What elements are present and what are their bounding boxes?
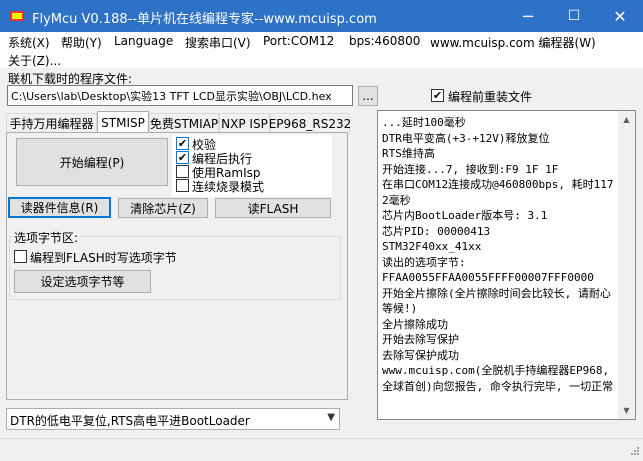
run-after-program-checkbox[interactable]: ✔ — [176, 151, 189, 164]
log-text: ...延时100毫秒 DTR电平变高(+3-+12V)释放复位 RTS维持高 开… — [382, 116, 614, 393]
menu-search-port[interactable]: 搜索串口(V) — [185, 34, 251, 51]
reload-before-program-label: 编程前重装文件 — [448, 90, 533, 104]
window-title: FlyMcu V0.188--单片机在线编程专家--www.mcuisp.com — [32, 12, 377, 27]
continuous-burn-label: 连续烧录模式 — [192, 180, 265, 194]
resize-grip-icon[interactable] — [626, 444, 640, 458]
tab-nxp-isp[interactable]: NXP ISP — [219, 113, 270, 133]
app-icon — [10, 11, 24, 21]
option-byte-title: 选项字节区: — [13, 229, 80, 246]
tab-ep968-rs232[interactable]: EP968_RS232 — [269, 113, 351, 133]
scroll-up-icon[interactable]: ▲ — [618, 111, 635, 128]
tab-stmisp[interactable]: STMISP — [97, 111, 149, 133]
browse-button[interactable]: ... — [358, 86, 378, 106]
start-programming-button[interactable]: 开始编程(P) — [16, 138, 168, 186]
tab-handheld-programmer[interactable]: 手持万用编程器 — [6, 113, 97, 133]
chevron-down-icon: ▼ — [327, 412, 335, 423]
set-option-bytes-button[interactable]: 设定选项字节等 — [14, 270, 151, 293]
boot-mode-value: DTR的低电平复位,RTS高电平进BootLoader — [10, 414, 250, 428]
check-icon: ✔ — [177, 137, 188, 150]
use-ramisp-checkbox[interactable] — [176, 165, 189, 178]
boot-mode-select[interactable]: DTR的低电平复位,RTS高电平进BootLoader ▼ — [6, 408, 340, 430]
read-flash-button[interactable]: 读FLASH — [215, 198, 331, 218]
maximize-button[interactable]: ☐ — [551, 0, 597, 32]
close-button[interactable]: ✕ — [597, 0, 643, 32]
read-device-info-button[interactable]: 读器件信息(R) — [8, 197, 111, 218]
tab-stmiap[interactable]: 免费STMIAP — [149, 113, 219, 133]
program-file-path-field[interactable]: C:\Users\lab\Desktop\实验13 TFT LCD显示实验\OB… — [7, 85, 353, 106]
write-option-byte-label: 编程到FLASH时写选项字节 — [30, 251, 177, 265]
write-option-byte-checkbox[interactable] — [14, 250, 27, 263]
status-bar — [0, 438, 643, 461]
scroll-down-icon[interactable]: ▼ — [618, 402, 635, 419]
clear-chip-button[interactable]: 清除芯片(Z) — [118, 198, 208, 218]
continuous-burn-checkbox[interactable] — [176, 179, 189, 192]
menu-system[interactable]: 系统(X) — [8, 34, 50, 51]
title-bar[interactable]: FlyMcu V0.188--单片机在线编程专家--www.mcuisp.com… — [0, 0, 643, 32]
menu-help[interactable]: 帮助(Y) — [61, 34, 102, 51]
check-icon: ✔ — [177, 151, 188, 164]
output-log[interactable]: ...延时100毫秒 DTR电平变高(+3-+12V)释放复位 RTS维持高 开… — [377, 110, 636, 420]
menu-language[interactable]: Language — [114, 34, 173, 48]
verify-checkbox[interactable]: ✔ — [176, 137, 189, 150]
menu-port[interactable]: Port:COM12 — [263, 34, 334, 48]
log-scrollbar[interactable]: ▲ ▼ — [618, 111, 635, 419]
menu-about[interactable]: 关于(Z)... — [8, 52, 61, 69]
menu-bps[interactable]: bps:460800 — [349, 34, 420, 48]
menu-programmer[interactable]: www.mcuisp.com 编程器(W) — [430, 34, 596, 51]
menu-bar: 系统(X) 帮助(Y) Language 搜索串口(V) Port:COM12 … — [0, 32, 643, 68]
minimize-button[interactable]: ─ — [505, 0, 551, 32]
check-icon: ✔ — [432, 89, 443, 102]
reload-before-program-checkbox[interactable]: ✔ — [431, 89, 444, 102]
